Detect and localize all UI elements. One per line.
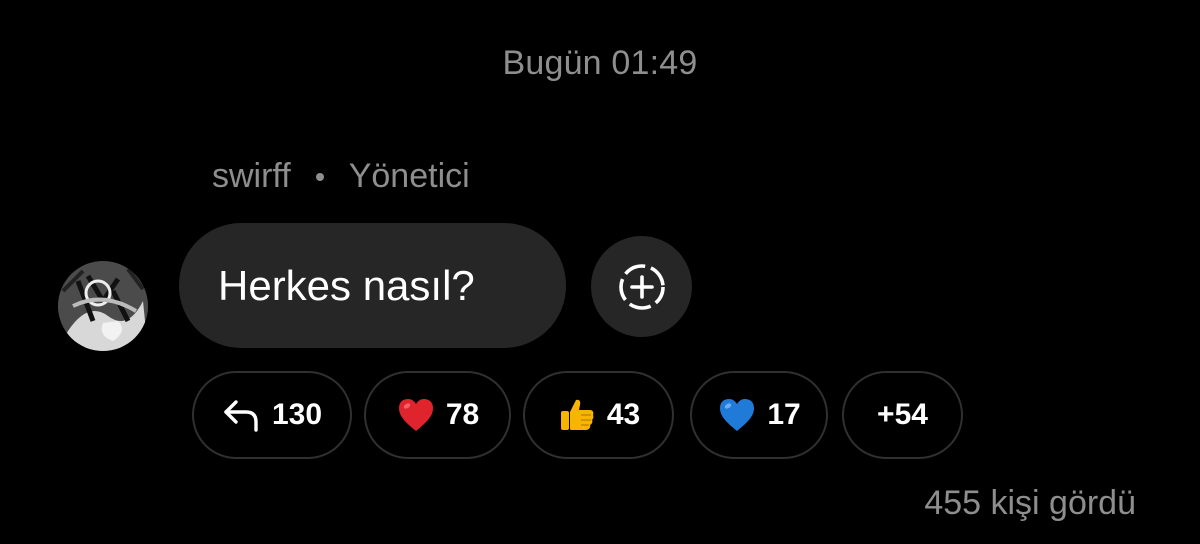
avatar-image <box>58 261 148 351</box>
reaction-chip-red-heart[interactable]: 78 <box>364 371 511 459</box>
thumbs-up-icon <box>557 395 597 435</box>
seen-count: 455 kişi gördü <box>924 484 1136 522</box>
timestamp: Bugün 01:49 <box>502 44 698 82</box>
reply-count: 130 <box>271 398 323 431</box>
red-heart-count: 78 <box>445 398 480 431</box>
sender-name[interactable]: swirff <box>212 157 291 196</box>
add-reaction-button[interactable] <box>591 236 692 337</box>
reply-button[interactable]: 130 <box>192 371 352 459</box>
thumbs-up-count: 43 <box>606 398 641 431</box>
red-heart-icon <box>396 395 436 435</box>
reply-icon <box>222 395 262 435</box>
avatar[interactable] <box>58 261 148 351</box>
blue-heart-icon <box>717 395 757 435</box>
sender-row: swirff Yönetici <box>212 157 470 196</box>
reaction-chip-thumbs-up[interactable]: 43 <box>523 371 674 459</box>
sender-role: Yönetici <box>348 157 470 195</box>
add-reaction-icon <box>618 263 665 310</box>
message-text: Herkes nasıl? <box>218 261 475 309</box>
message-bubble[interactable]: Herkes nasıl? <box>179 223 566 348</box>
blue-heart-count: 17 <box>767 398 801 431</box>
separator-dot <box>315 172 324 181</box>
more-reactions-button[interactable]: +54 <box>842 371 963 459</box>
more-reactions-count: +54 <box>877 398 928 431</box>
reaction-chip-blue-heart[interactable]: 17 <box>690 371 828 459</box>
